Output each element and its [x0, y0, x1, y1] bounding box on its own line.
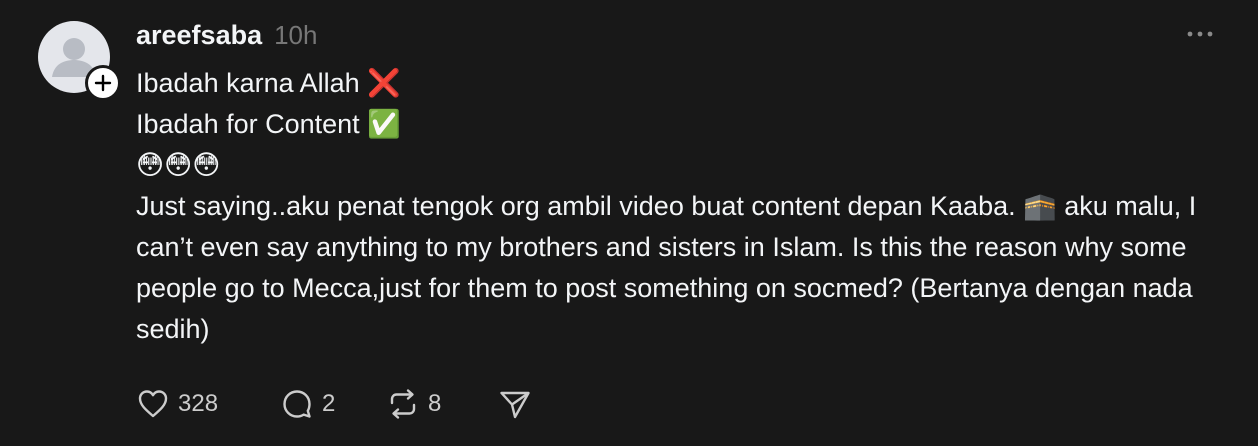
share-button[interactable]	[498, 386, 532, 422]
post-line: Ibadah karna Allah ❌	[136, 68, 401, 98]
reply-button[interactable]: 2	[280, 386, 386, 422]
repost-count: 8	[428, 390, 442, 417]
avatar-container[interactable]	[38, 21, 121, 101]
repost-button[interactable]: 8	[386, 386, 498, 422]
action-bar: 328 2 8	[136, 386, 532, 422]
plus-icon	[94, 74, 112, 92]
follow-button[interactable]	[85, 65, 121, 101]
heart-icon	[138, 390, 168, 418]
like-button[interactable]: 328	[136, 386, 280, 422]
post-text: Ibadah karna Allah ❌ Ibadah for Content …	[136, 63, 1226, 350]
post-paragraph: Just saying..aku penat tengok org ambil …	[136, 191, 1197, 344]
comment-icon	[283, 390, 311, 418]
like-count: 328	[178, 390, 219, 417]
post-line: Ibadah for Content ✅	[136, 109, 401, 139]
timestamp[interactable]: 10h	[274, 18, 317, 52]
more-options-button[interactable]	[1185, 26, 1215, 42]
username-link[interactable]: areefsaba	[136, 18, 262, 52]
more-horizontal-icon	[1187, 31, 1213, 37]
post-line: 😳😳😳	[136, 150, 221, 180]
post-header: areefsaba 10h	[136, 18, 317, 52]
send-icon	[500, 391, 530, 419]
reply-count: 2	[322, 390, 336, 417]
repost-icon	[390, 389, 416, 419]
